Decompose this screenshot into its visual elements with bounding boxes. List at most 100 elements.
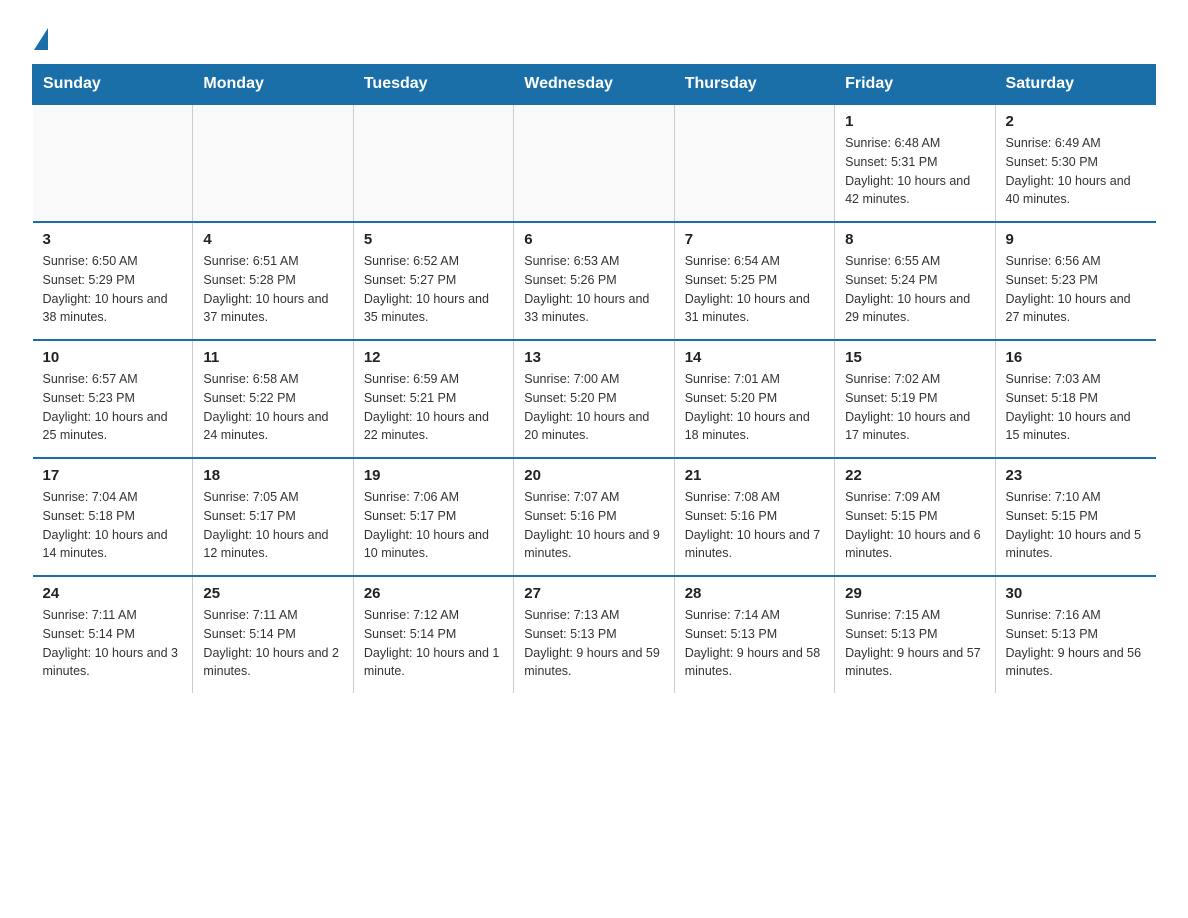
calendar-cell	[353, 104, 513, 222]
calendar-cell	[674, 104, 834, 222]
calendar-cell: 1 Sunrise: 6:48 AMSunset: 5:31 PMDaylight…	[835, 104, 995, 222]
calendar-cell: 9 Sunrise: 6:56 AMSunset: 5:23 PMDaylight…	[995, 222, 1155, 340]
day-number: 24	[43, 585, 183, 602]
day-info: Sunrise: 6:49 AMSunset: 5:30 PMDaylight:…	[1006, 134, 1146, 209]
calendar-cell: 11 Sunrise: 6:58 AMSunset: 5:22 PMDayligh…	[193, 340, 353, 458]
day-info: Sunrise: 7:07 AMSunset: 5:16 PMDaylight:…	[524, 488, 663, 563]
day-info: Sunrise: 7:04 AMSunset: 5:18 PMDaylight:…	[43, 488, 183, 563]
calendar-cell: 21Sunrise: 7:08 AMSunset: 5:16 PMDayligh…	[674, 458, 834, 576]
calendar-week-row: 24 Sunrise: 7:11 AMSunset: 5:14 PMDayligh…	[33, 576, 1156, 693]
column-header-friday: Friday	[835, 65, 995, 105]
calendar-cell: 8 Sunrise: 6:55 AMSunset: 5:24 PMDaylight…	[835, 222, 995, 340]
day-number: 5	[364, 231, 503, 248]
calendar-cell: 28 Sunrise: 7:14 AMSunset: 5:13 PMDayligh…	[674, 576, 834, 693]
day-number: 20	[524, 467, 663, 484]
day-info: Sunrise: 6:56 AMSunset: 5:23 PMDaylight:…	[1006, 252, 1146, 327]
day-info: Sunrise: 7:00 AMSunset: 5:20 PMDaylight:…	[524, 370, 663, 445]
calendar-cell: 13 Sunrise: 7:00 AMSunset: 5:20 PMDayligh…	[514, 340, 674, 458]
day-number: 10	[43, 349, 183, 366]
day-info: Sunrise: 7:12 AMSunset: 5:14 PMDaylight:…	[364, 606, 503, 681]
calendar-cell	[33, 104, 193, 222]
day-number: 19	[364, 467, 503, 484]
day-number: 7	[685, 231, 824, 248]
day-number: 16	[1006, 349, 1146, 366]
calendar-cell: 24 Sunrise: 7:11 AMSunset: 5:14 PMDayligh…	[33, 576, 193, 693]
day-info: Sunrise: 7:02 AMSunset: 5:19 PMDaylight:…	[845, 370, 984, 445]
day-number: 13	[524, 349, 663, 366]
column-header-wednesday: Wednesday	[514, 65, 674, 105]
calendar-cell: 18 Sunrise: 7:05 AMSunset: 5:17 PMDayligh…	[193, 458, 353, 576]
calendar-week-row: 17 Sunrise: 7:04 AMSunset: 5:18 PMDayligh…	[33, 458, 1156, 576]
day-info: Sunrise: 7:11 AMSunset: 5:14 PMDaylight:…	[43, 606, 183, 681]
day-info: Sunrise: 7:06 AMSunset: 5:17 PMDaylight:…	[364, 488, 503, 563]
day-info: Sunrise: 7:15 AMSunset: 5:13 PMDaylight:…	[845, 606, 984, 681]
day-number: 6	[524, 231, 663, 248]
day-info: Sunrise: 7:01 AMSunset: 5:20 PMDaylight:…	[685, 370, 824, 445]
calendar-cell: 14 Sunrise: 7:01 AMSunset: 5:20 PMDayligh…	[674, 340, 834, 458]
day-info: Sunrise: 7:10 AMSunset: 5:15 PMDaylight:…	[1006, 488, 1146, 563]
day-number: 17	[43, 467, 183, 484]
calendar-cell: 5 Sunrise: 6:52 AMSunset: 5:27 PMDaylight…	[353, 222, 513, 340]
day-number: 21	[685, 467, 824, 484]
day-number: 18	[203, 467, 342, 484]
day-number: 22	[845, 467, 984, 484]
day-info: Sunrise: 6:53 AMSunset: 5:26 PMDaylight:…	[524, 252, 663, 327]
calendar-week-row: 1 Sunrise: 6:48 AMSunset: 5:31 PMDaylight…	[33, 104, 1156, 222]
calendar-cell: 25Sunrise: 7:11 AMSunset: 5:14 PMDayligh…	[193, 576, 353, 693]
day-info: Sunrise: 6:50 AMSunset: 5:29 PMDaylight:…	[43, 252, 183, 327]
calendar-cell: 16Sunrise: 7:03 AMSunset: 5:18 PMDayligh…	[995, 340, 1155, 458]
day-info: Sunrise: 6:58 AMSunset: 5:22 PMDaylight:…	[203, 370, 342, 445]
calendar-cell: 29Sunrise: 7:15 AMSunset: 5:13 PMDayligh…	[835, 576, 995, 693]
day-info: Sunrise: 7:05 AMSunset: 5:17 PMDaylight:…	[203, 488, 342, 563]
column-header-tuesday: Tuesday	[353, 65, 513, 105]
calendar-cell: 3Sunrise: 6:50 AMSunset: 5:29 PMDaylight…	[33, 222, 193, 340]
page-header	[32, 24, 1156, 46]
calendar-cell: 17 Sunrise: 7:04 AMSunset: 5:18 PMDayligh…	[33, 458, 193, 576]
calendar-cell	[193, 104, 353, 222]
logo	[32, 24, 48, 46]
calendar-cell: 10Sunrise: 6:57 AMSunset: 5:23 PMDayligh…	[33, 340, 193, 458]
day-info: Sunrise: 6:52 AMSunset: 5:27 PMDaylight:…	[364, 252, 503, 327]
calendar-cell: 20 Sunrise: 7:07 AMSunset: 5:16 PMDayligh…	[514, 458, 674, 576]
day-info: Sunrise: 6:48 AMSunset: 5:31 PMDaylight:…	[845, 134, 984, 209]
day-number: 9	[1006, 231, 1146, 248]
calendar-cell: 26 Sunrise: 7:12 AMSunset: 5:14 PMDayligh…	[353, 576, 513, 693]
day-info: Sunrise: 7:16 AMSunset: 5:13 PMDaylight:…	[1006, 606, 1146, 681]
column-header-sunday: Sunday	[33, 65, 193, 105]
calendar-cell: 15 Sunrise: 7:02 AMSunset: 5:19 PMDayligh…	[835, 340, 995, 458]
column-header-thursday: Thursday	[674, 65, 834, 105]
column-header-monday: Monday	[193, 65, 353, 105]
day-number: 30	[1006, 585, 1146, 602]
calendar-cell: 2 Sunrise: 6:49 AMSunset: 5:30 PMDaylight…	[995, 104, 1155, 222]
calendar-table: SundayMondayTuesdayWednesdayThursdayFrid…	[32, 64, 1156, 693]
calendar-cell: 6 Sunrise: 6:53 AMSunset: 5:26 PMDaylight…	[514, 222, 674, 340]
day-number: 12	[364, 349, 503, 366]
day-number: 14	[685, 349, 824, 366]
calendar-cell: 22 Sunrise: 7:09 AMSunset: 5:15 PMDayligh…	[835, 458, 995, 576]
day-number: 28	[685, 585, 824, 602]
day-number: 8	[845, 231, 984, 248]
day-number: 1	[845, 113, 984, 130]
day-number: 15	[845, 349, 984, 366]
day-info: Sunrise: 6:59 AMSunset: 5:21 PMDaylight:…	[364, 370, 503, 445]
day-number: 11	[203, 349, 342, 366]
day-number: 4	[203, 231, 342, 248]
day-info: Sunrise: 7:14 AMSunset: 5:13 PMDaylight:…	[685, 606, 824, 681]
calendar-cell	[514, 104, 674, 222]
calendar-week-row: 10Sunrise: 6:57 AMSunset: 5:23 PMDayligh…	[33, 340, 1156, 458]
calendar-cell: 7 Sunrise: 6:54 AMSunset: 5:25 PMDaylight…	[674, 222, 834, 340]
day-info: Sunrise: 7:13 AMSunset: 5:13 PMDaylight:…	[524, 606, 663, 681]
day-info: Sunrise: 7:09 AMSunset: 5:15 PMDaylight:…	[845, 488, 984, 563]
day-info: Sunrise: 6:55 AMSunset: 5:24 PMDaylight:…	[845, 252, 984, 327]
calendar-cell: 4Sunrise: 6:51 AMSunset: 5:28 PMDaylight…	[193, 222, 353, 340]
day-info: Sunrise: 7:11 AMSunset: 5:14 PMDaylight:…	[203, 606, 342, 681]
column-header-saturday: Saturday	[995, 65, 1155, 105]
day-number: 2	[1006, 113, 1146, 130]
calendar-cell: 12 Sunrise: 6:59 AMSunset: 5:21 PMDayligh…	[353, 340, 513, 458]
calendar-cell: 23Sunrise: 7:10 AMSunset: 5:15 PMDayligh…	[995, 458, 1155, 576]
calendar-header-row: SundayMondayTuesdayWednesdayThursdayFrid…	[33, 65, 1156, 105]
day-number: 26	[364, 585, 503, 602]
day-info: Sunrise: 6:54 AMSunset: 5:25 PMDaylight:…	[685, 252, 824, 327]
day-number: 27	[524, 585, 663, 602]
calendar-cell: 30 Sunrise: 7:16 AMSunset: 5:13 PMDayligh…	[995, 576, 1155, 693]
